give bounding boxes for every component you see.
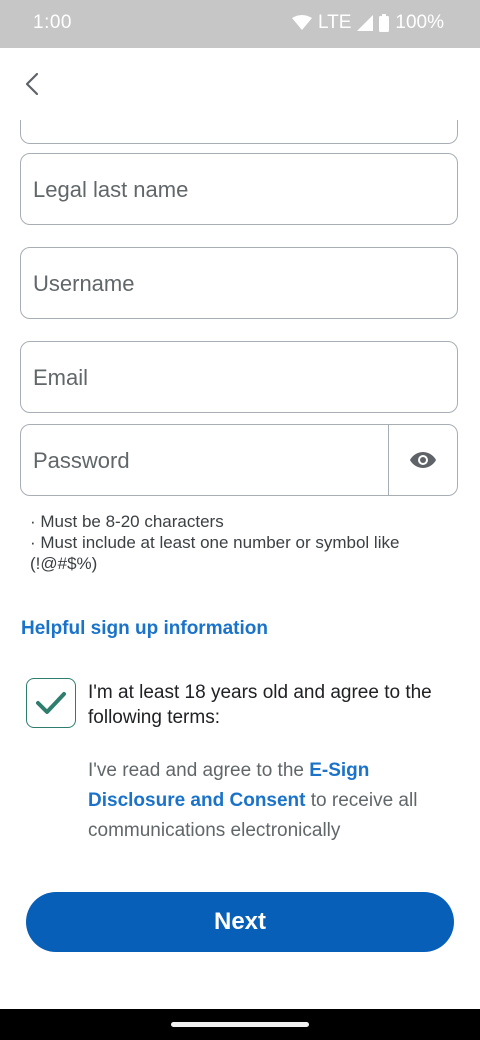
legal-last-name-input[interactable] bbox=[31, 154, 445, 226]
home-gesture-handle[interactable] bbox=[171, 1022, 309, 1027]
password-field[interactable] bbox=[20, 424, 458, 497]
status-icons: LTE 100% bbox=[291, 12, 444, 34]
password-hint: · Must be 8-20 characters bbox=[30, 512, 224, 531]
username-field[interactable] bbox=[20, 247, 458, 320]
legal-last-name-field[interactable] bbox=[20, 153, 458, 226]
app-bar bbox=[0, 48, 480, 120]
terms-text: I've read and agree to the E-Sign Disclo… bbox=[88, 756, 458, 846]
checkmark-icon bbox=[36, 692, 66, 714]
email-field[interactable] bbox=[20, 341, 458, 414]
cell-signal-icon bbox=[357, 15, 374, 31]
wifi-icon bbox=[291, 15, 312, 31]
next-button[interactable]: Next bbox=[26, 892, 454, 952]
terms-prefix: I've read and agree to the bbox=[88, 760, 310, 781]
show-password-button[interactable] bbox=[389, 425, 457, 495]
username-input[interactable] bbox=[31, 248, 445, 320]
status-bar: 1:00 LTE 100% bbox=[0, 0, 480, 48]
chevron-left-icon bbox=[25, 72, 39, 96]
battery-icon bbox=[379, 14, 390, 32]
battery-percent: 100% bbox=[395, 12, 444, 33]
age-agreement-checkbox[interactable] bbox=[26, 678, 76, 728]
password-input[interactable] bbox=[31, 425, 385, 497]
eye-icon bbox=[410, 452, 436, 468]
email-input[interactable] bbox=[31, 342, 445, 414]
password-hint: · Must include at least one number or sy… bbox=[30, 533, 400, 573]
status-time: 1:00 bbox=[33, 12, 72, 33]
network-type: LTE bbox=[317, 12, 352, 33]
helpful-sign-up-info-link[interactable]: Helpful sign up information bbox=[21, 618, 268, 640]
age-agreement-label: I'm at least 18 years old and agree to t… bbox=[88, 682, 432, 728]
password-hints: · Must be 8-20 characters · Must include… bbox=[30, 511, 450, 574]
system-nav-bar bbox=[0, 1009, 480, 1040]
back-button[interactable] bbox=[12, 62, 52, 106]
